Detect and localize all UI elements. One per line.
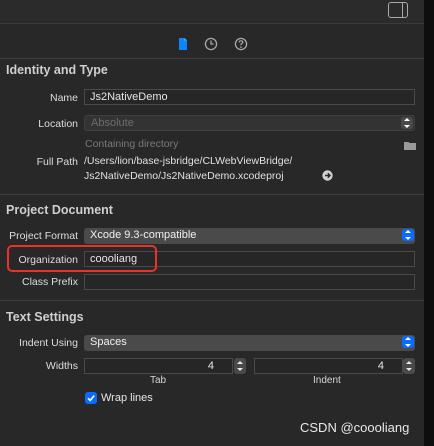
file-inspector-panel: Identity and Type Name Js2NativeDemo Loc… xyxy=(0,0,424,446)
project-format-popup[interactable]: Xcode 9.3-compatible xyxy=(84,228,415,244)
class-prefix-label: Class Prefix xyxy=(21,276,78,288)
file-inspector-icon[interactable] xyxy=(176,37,190,51)
location-popup[interactable]: Absolute xyxy=(84,115,415,131)
sidebar-toggle-icon[interactable] xyxy=(388,2,408,18)
widths-label: Widths xyxy=(45,360,78,372)
name-label: Name xyxy=(49,92,78,104)
divider xyxy=(0,300,424,301)
indent-caption: Indent xyxy=(313,375,341,386)
annotation-highlight-box xyxy=(7,245,157,272)
folder-icon[interactable] xyxy=(404,141,416,150)
tab-width-stepper[interactable] xyxy=(234,358,246,374)
popup-arrows-icon xyxy=(402,336,414,348)
indent-using-label: Indent Using xyxy=(19,337,78,349)
wrap-lines-label[interactable]: Wrap lines xyxy=(101,392,153,404)
project-format-value: Xcode 9.3-compatible xyxy=(90,229,197,241)
tab-caption: Tab xyxy=(150,375,167,386)
fullpath-line-1: /Users/lion/base-jsbridge/CLWebViewBridg… xyxy=(84,155,293,167)
section-title-text-settings: Text Settings xyxy=(6,310,84,324)
section-title-project-document: Project Document xyxy=(6,203,113,217)
help-icon[interactable] xyxy=(234,37,248,51)
checkmark-icon xyxy=(87,395,95,402)
location-label: Location xyxy=(38,118,78,130)
indent-using-popup[interactable]: Spaces xyxy=(84,335,415,351)
window-edge xyxy=(424,0,434,446)
indent-using-value: Spaces xyxy=(90,336,127,348)
fullpath-label: Full Path xyxy=(36,156,78,168)
history-icon[interactable] xyxy=(204,37,218,51)
reveal-in-finder-icon[interactable] xyxy=(322,170,333,181)
fullpath-line-2: Js2NativeDemo/Js2NativeDemo.xcodeproj xyxy=(84,170,284,182)
project-format-label: Project Format xyxy=(9,230,78,242)
watermark: CSDN @coooliang xyxy=(300,420,410,435)
tab-width-field[interactable]: 4 xyxy=(84,358,233,374)
inspector-toolbar xyxy=(0,0,424,24)
class-prefix-field[interactable] xyxy=(84,274,415,290)
divider xyxy=(0,194,424,195)
divider xyxy=(0,58,424,59)
inspector-tabs xyxy=(0,30,424,58)
wrap-lines-checkbox[interactable] xyxy=(85,392,97,404)
popup-arrows-icon xyxy=(401,117,413,129)
popup-arrows-icon xyxy=(402,229,414,241)
indent-width-field[interactable]: 4 xyxy=(254,358,403,374)
indent-width-stepper[interactable] xyxy=(403,358,415,374)
name-field[interactable]: Js2NativeDemo xyxy=(84,89,415,105)
location-hint: Containing directory xyxy=(85,138,179,150)
location-value: Absolute xyxy=(91,117,134,129)
section-title-identity: Identity and Type xyxy=(6,63,108,77)
